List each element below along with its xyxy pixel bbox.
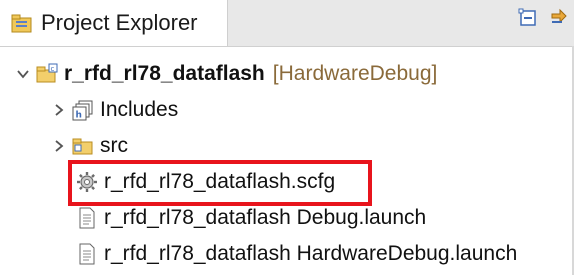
tree-item-includes[interactable]: h Includes: [0, 92, 574, 128]
tree-item-scfg[interactable]: r_rfd_rl78_dataflash.scfg: [0, 164, 574, 200]
chevron-down-icon[interactable]: [14, 65, 32, 83]
project-build-config: [HardwareDebug]: [272, 62, 438, 85]
project-explorer-tab[interactable]: Project Explorer: [0, 0, 228, 46]
tree-item-src[interactable]: src: [0, 128, 574, 164]
folder-icon: [72, 138, 93, 155]
tree-item-project[interactable]: c r_rfd_rl78_dataflash [HardwareDebug]: [0, 56, 574, 92]
includes-icon: h: [72, 100, 93, 121]
view-title: Project Explorer: [41, 10, 198, 35]
tree-item-hardwaredebug-launch[interactable]: r_rfd_rl78_dataflash HardwareDebug.launc…: [0, 236, 574, 272]
project-folder-icon: c: [36, 63, 58, 83]
view-toolbar: [518, 8, 574, 30]
tree-item-debug-launch[interactable]: r_rfd_rl78_dataflash Debug.launch: [0, 200, 574, 236]
tree-item-label: src: [100, 134, 128, 157]
tree-item-label: r_rfd_rl78_dataflash Debug.launch: [104, 206, 427, 229]
launch-file-icon: [79, 207, 95, 229]
project-name: r_rfd_rl78_dataflash: [64, 62, 265, 85]
chevron-right-icon[interactable]: [50, 101, 68, 119]
svg-text:c: c: [51, 65, 55, 73]
tree-item-label: r_rfd_rl78_dataflash HardwareDebug.launc…: [104, 242, 518, 265]
project-explorer-icon: [11, 14, 32, 33]
svg-text:h: h: [76, 111, 82, 121]
tree-item-label: Includes: [100, 98, 179, 121]
project-tree: c r_rfd_rl78_dataflash [HardwareDebug] h…: [0, 56, 574, 272]
gear-file-icon: [77, 172, 97, 192]
chevron-right-icon[interactable]: [50, 137, 68, 155]
view-tab-strip: Project Explorer: [0, 0, 574, 47]
project-explorer-window: Project Explorer c r_rfd_rl78_dataflash …: [0, 0, 574, 275]
tree-item-label: r_rfd_rl78_dataflash.scfg: [104, 170, 336, 193]
launch-file-icon: [79, 243, 95, 265]
collapse-all-icon[interactable]: [518, 8, 538, 30]
link-with-editor-icon[interactable]: [550, 8, 570, 30]
